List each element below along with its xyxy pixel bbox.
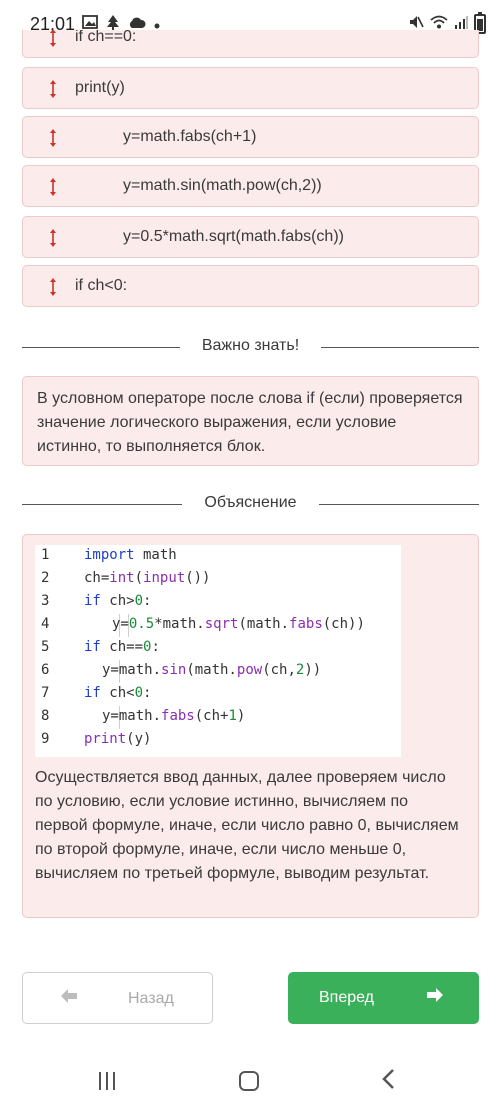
sortable-item[interactable]: y=math.fabs(ch+1) xyxy=(22,116,479,158)
next-button-label: Вперед xyxy=(319,989,375,1006)
drag-handle-icon[interactable] xyxy=(49,228,57,248)
sortable-item-cut[interactable]: if ch==0: xyxy=(22,30,479,60)
line-number: 8 xyxy=(41,708,50,724)
code-line: 4 y=0.5*math.sqrt(math.fabs(ch)) xyxy=(35,614,401,637)
line-number: 4 xyxy=(41,616,50,632)
android-nav-bar xyxy=(0,1058,500,1111)
code-line: 5 if ch==0: xyxy=(35,637,401,660)
code-text: print(y) xyxy=(84,731,152,747)
code-text: if ch==0: xyxy=(84,639,160,655)
line-number: 1 xyxy=(41,547,50,563)
explanation-divider: Объяснение xyxy=(22,494,479,514)
code-line: 9 print(y) xyxy=(35,729,401,752)
important-text: В условном операторе после слова if (есл… xyxy=(37,390,463,455)
code-line: 3 if ch>0: xyxy=(35,591,401,614)
code-line: 6 y=math.sin(math.pow(ch,2)) xyxy=(35,660,401,683)
drag-handle-icon[interactable] xyxy=(49,79,57,99)
sortable-item-label: if ch==0: xyxy=(75,30,137,45)
home-icon[interactable] xyxy=(239,1071,259,1091)
sortable-item-label: y=math.fabs(ch+1) xyxy=(123,128,257,145)
code-line: 2 ch=int(input()) xyxy=(35,568,401,591)
back-button[interactable]: Назад xyxy=(22,972,213,1024)
code-text: if ch>0: xyxy=(84,593,152,609)
sortable-item[interactable]: y=0.5*math.sqrt(math.fabs(ch)) xyxy=(22,216,479,258)
code-text: if ch<0: xyxy=(84,685,152,701)
sortable-item[interactable]: print(y) xyxy=(22,67,479,109)
code-text: ch=int(input()) xyxy=(84,570,211,586)
code-text: y=math.fabs(ch+1) xyxy=(102,708,246,724)
arrow-right-icon xyxy=(425,986,445,1010)
drag-handle-icon[interactable] xyxy=(49,177,57,197)
line-number: 7 xyxy=(41,685,50,701)
explanation-heading: Объяснение xyxy=(204,494,297,511)
next-button[interactable]: Вперед xyxy=(288,972,479,1024)
line-number: 6 xyxy=(41,662,50,678)
sortable-item[interactable]: if ch<0: xyxy=(22,265,479,307)
important-note: В условном операторе после слова if (есл… xyxy=(22,376,479,466)
drag-handle-icon[interactable] xyxy=(49,277,57,297)
line-number: 9 xyxy=(41,731,50,747)
line-number: 3 xyxy=(41,593,50,609)
line-number: 2 xyxy=(41,570,50,586)
arrow-left-icon xyxy=(59,987,79,1011)
explanation-text: Осуществляется ввод данных, далее провер… xyxy=(35,769,459,882)
code-text: y=0.5*math.sqrt(math.fabs(ch)) xyxy=(112,616,365,632)
drag-handle-icon[interactable] xyxy=(49,30,57,48)
sortable-item[interactable]: y=math.sin(math.pow(ch,2)) xyxy=(22,165,479,207)
code-text: y=math.sin(math.pow(ch,2)) xyxy=(102,662,322,678)
code-line: 8 y=math.fabs(ch+1) xyxy=(35,706,401,729)
code-line: 1 import math xyxy=(35,545,401,568)
drag-handle-icon[interactable] xyxy=(49,128,57,148)
important-divider: Важно знать! xyxy=(22,337,479,357)
back-button-label: Назад xyxy=(128,990,174,1007)
back-icon[interactable] xyxy=(381,1068,395,1097)
sortable-item-label: if ch<0: xyxy=(75,277,128,294)
sortable-item-label: y=0.5*math.sqrt(math.fabs(ch)) xyxy=(123,228,344,245)
sortable-item-label: y=math.sin(math.pow(ch,2)) xyxy=(123,177,322,194)
code-block: 1 import math 2 ch=int(input()) 3 if ch>0: 4 y=… xyxy=(35,545,401,757)
important-heading: Важно знать! xyxy=(201,337,300,354)
line-number: 5 xyxy=(41,639,50,655)
sortable-item-label: print(y) xyxy=(75,79,125,96)
code-line: 7 if ch<0: xyxy=(35,683,401,706)
recent-apps-icon[interactable] xyxy=(99,1072,119,1090)
code-text: import math xyxy=(84,547,177,563)
